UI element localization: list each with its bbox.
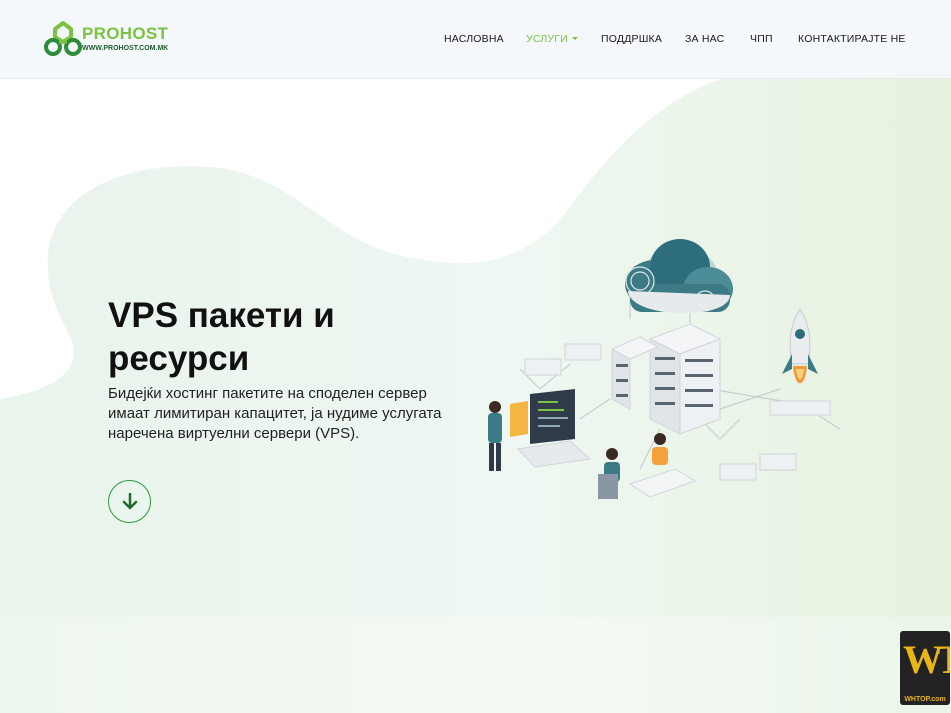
cloud-icon (625, 239, 733, 314)
person-standing (488, 401, 502, 471)
scroll-down-button[interactable] (108, 480, 151, 523)
nav-services[interactable]: УСЛУГИ (526, 33, 578, 45)
whtop-badge: WT WHTOP.com (900, 631, 950, 705)
nav-faq[interactable]: ЧПП (750, 33, 773, 45)
vps-servers-illustration (488, 239, 841, 499)
hero-section: VPS пакети и ресурси Бидејќи хостинг пак… (0, 79, 951, 617)
next-section-band (0, 617, 951, 713)
nav-contact[interactable]: КОНТАКТИРАЈТЕ НЕ (798, 33, 906, 45)
nav-about[interactable]: ЗА НАС (685, 33, 724, 45)
hero-description: Бидејќи хостинг пакетите на споделен сер… (108, 385, 442, 442)
people-at-desk (598, 433, 697, 499)
rocket-icon (782, 308, 818, 384)
nav-home[interactable]: НАСЛОВНА (444, 33, 504, 45)
badge-letters: WT (903, 637, 950, 682)
main-nav: НАСЛОВНА УСЛУГИ ПОДДРШКА ЗА НАС ЧПП КОНТ… (0, 33, 951, 47)
site-header: PROHOST WWW.PROHOST.COM.MK НАСЛОВНА УСЛУ… (0, 0, 951, 79)
chevron-down-icon (571, 37, 578, 40)
nav-support[interactable]: ПОДДРШКА (601, 33, 662, 45)
server-rack (610, 323, 722, 435)
hero-title: VPS пакети и ресурси (108, 296, 335, 378)
arrow-down-icon (122, 492, 137, 509)
workstation-monitor (510, 389, 592, 468)
badge-caption: WHTOP.com (904, 696, 946, 703)
nav-services-label: УСЛУГИ (526, 33, 568, 45)
